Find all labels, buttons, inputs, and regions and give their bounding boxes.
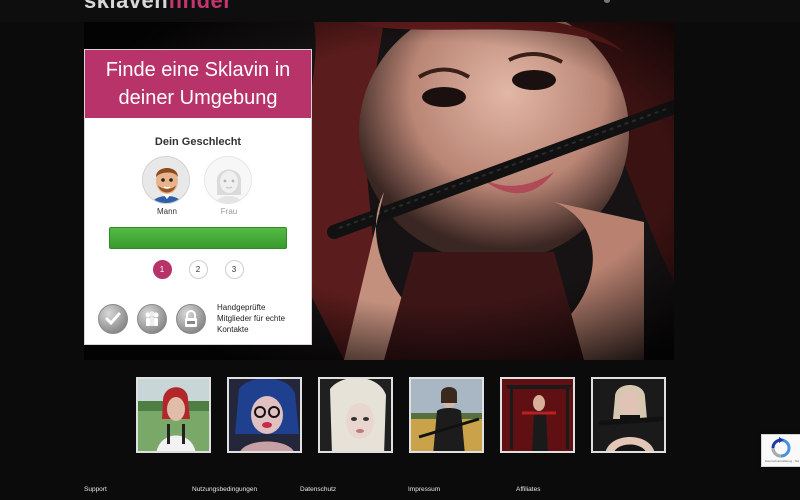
gender-label-female: Frau [220, 207, 238, 216]
gender-option-female[interactable]: Frau [204, 156, 254, 216]
signup-box: Finde eine Sklavin in deiner Umgebung De… [84, 49, 312, 345]
gender-option-male[interactable]: Mann [142, 156, 192, 216]
female-avatar-icon [204, 156, 252, 204]
footer: Support Nutzungsbedingungen Datenschutz … [0, 478, 800, 500]
site-logo[interactable]: sklavenfinder [84, 0, 232, 14]
profile-thumbnails [136, 377, 666, 453]
recaptcha-badge[interactable]: Datenschutzerklärung - Nutzungsbedingung… [761, 434, 800, 467]
footer-link-terms[interactable]: Nutzungsbedingungen [192, 486, 257, 493]
male-avatar-icon [142, 156, 190, 204]
footer-link-support[interactable]: Support [84, 486, 107, 493]
profile-thumbnail[interactable] [136, 377, 211, 453]
ssl-lock-icon [176, 303, 206, 334]
trust-row: Handgeprüfte Mitglieder für echte Kontak… [85, 302, 311, 335]
profile-thumbnail[interactable] [409, 377, 484, 453]
step-2: 2 [188, 260, 208, 279]
gender-options: Mann Frau [85, 156, 311, 216]
footer-link-imprint[interactable]: Impressum [408, 486, 440, 493]
top-bar: sklavenfinder [0, 0, 800, 22]
profile-thumbnail[interactable] [227, 377, 302, 453]
profile-thumbnail[interactable] [500, 377, 575, 453]
gender-title: Dein Geschlecht [154, 136, 242, 148]
footer-link-affiliates[interactable]: Affiliates [516, 486, 540, 493]
top-nav-dot[interactable] [604, 0, 610, 3]
logo-part-1: sklaven [84, 0, 169, 13]
step-3: 3 [224, 260, 244, 279]
profile-thumbnail[interactable] [318, 377, 393, 453]
continue-button[interactable] [109, 227, 287, 249]
recaptcha-links: Datenschutzerklärung - Nutzungsbedingung… [765, 460, 799, 463]
profile-thumbnail[interactable] [591, 377, 666, 453]
recaptcha-icon [771, 437, 791, 458]
logo-part-2: finder [168, 0, 233, 13]
checkmark-seal-icon [98, 303, 128, 334]
step-1: 1 [152, 260, 172, 279]
gender-label-male: Mann [156, 207, 177, 216]
step-indicator: 1 2 3 [85, 260, 311, 279]
members-group-icon [137, 303, 167, 334]
footer-link-privacy[interactable]: Datenschutz [300, 486, 336, 493]
trust-text: Handgeprüfte Mitglieder für echte Kontak… [217, 303, 286, 334]
signup-title: Finde eine Sklavin in deiner Umgebung [85, 50, 311, 118]
